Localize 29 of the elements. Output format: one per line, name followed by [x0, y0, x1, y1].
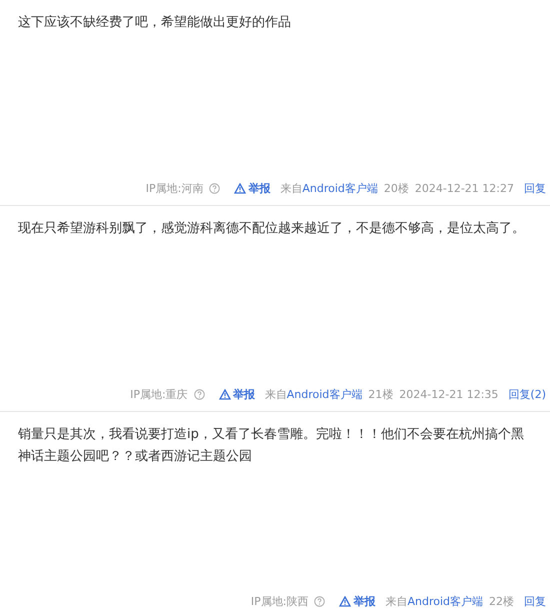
ip-location: IP属地:河南: [146, 180, 204, 196]
warning-icon: [218, 389, 231, 400]
comment-text: 销量只是其次，我看说要打造ip，又看了长春雪雕。完啦！！！他们不会要在杭州搞个黑神话主题公园吧？？或者西游记主题公园: [18, 426, 525, 466]
ip-location: IP属地:重庆: [130, 386, 188, 402]
client-link[interactable]: Android客户端: [407, 594, 483, 610]
client-link[interactable]: Android客户端: [286, 386, 362, 403]
floor-number: 21楼: [368, 386, 394, 402]
warning-icon: [339, 596, 352, 608]
post-time: 2024-12-21 12:27: [414, 180, 514, 196]
ip-location: IP属地:陕西: [250, 594, 308, 610]
comment-text: 现在只希望游科别飘了，感觉游科离德不配位越来越近了，不是德不够高，是位太高了。: [18, 220, 526, 238]
source-label: 来自: [264, 386, 287, 402]
help-icon[interactable]: [209, 183, 220, 194]
reply-link[interactable]: 回复: [524, 594, 546, 610]
help-icon[interactable]: [314, 596, 326, 608]
help-icon[interactable]: [194, 389, 205, 400]
reply-link[interactable]: 回复(2): [508, 386, 546, 403]
source-label: 来自: [385, 594, 408, 610]
floor-number: 20楼: [384, 180, 409, 196]
comment-text: 这下应该不缺经费了吧，希望能做出更好的作品: [18, 14, 292, 32]
report-link[interactable]: 举报: [218, 386, 255, 403]
reply-link[interactable]: 回复: [524, 180, 546, 197]
report-link[interactable]: 举报: [339, 594, 376, 610]
floor-number: 22楼: [489, 594, 514, 610]
report-link[interactable]: 举报: [234, 180, 270, 197]
client-link[interactable]: Android客户端: [302, 180, 378, 197]
warning-icon: [234, 183, 246, 194]
source-label: 来自: [280, 180, 302, 196]
post-time: 2024-12-21 12:35: [399, 386, 498, 402]
